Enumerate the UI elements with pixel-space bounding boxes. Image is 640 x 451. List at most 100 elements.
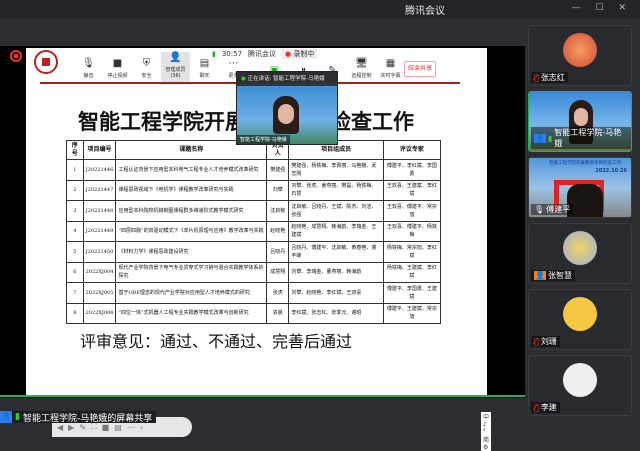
mic-muted-icon: 🎙̸ — [534, 403, 539, 412]
table-cell: “四层四融”的双驱动模式下《单片机原理与应用》教学改革与实践 — [115, 220, 268, 242]
speaking-indicator: 正在讲话: 智能工程学院-马艳娥 — [237, 72, 337, 82]
table-cell: 基于OBE理念的现代产业学院对应用型人才培养模式的研究 — [115, 282, 268, 304]
table-cell: 8 — [66, 302, 84, 324]
user-icon: 👤 — [0, 411, 12, 423]
participant-tile[interactable]: 🎙̸ 李建 — [528, 355, 632, 416]
collapse-icon[interactable]: ‹ — [140, 423, 143, 432]
table-row: 8 2022XJ006 “四位一体”式机器人工程专业实践教学模式改革与创新研究 袁晨李… — [66, 302, 442, 324]
avatar — [563, 33, 597, 67]
window-controls[interactable]: — ☐ ✕ — [572, 3, 632, 13]
table-cell: 樊建强 — [266, 159, 290, 181]
participant-tile[interactable]: 🎙̸ 刘珊 — [528, 289, 632, 350]
video-icon[interactable]: ■ — [102, 423, 110, 432]
caption-icon: ▦ — [385, 58, 396, 69]
table-cell: 2022XJ004 — [82, 261, 117, 283]
focus-icon[interactable]: ⛶ — [91, 422, 97, 432]
table-cell: 沈启敏、吕晓丹、王斌、陈杰、刘洁、张强 — [288, 200, 384, 222]
table-cell: 樊建强、杨铁梅、李佩丽、马艳娥、武志刚 — [288, 159, 384, 181]
participant-tile[interactable]: 👤 ▮ 智能工程学院-马艳娥 — [528, 91, 632, 152]
next-icon[interactable]: ▶ — [68, 423, 74, 432]
caption-button[interactable]: ▦ 实时字幕 — [376, 58, 405, 82]
table-cell: J20221450 — [82, 241, 117, 263]
avatar — [563, 231, 597, 265]
table-cell: 张虎 — [266, 282, 290, 304]
speaker-popup[interactable]: 正在讲话: 智能工程学院-马艳娥 智能工程学院-马艳娥 — [236, 71, 338, 145]
more-icon[interactable]: ⋯ — [127, 423, 135, 432]
mic-muted-icon: 🎙̸ — [534, 73, 539, 82]
table-row: 6 2022XJ004 现代产业学院背景下电气专业贯穿式学习链与混合实践教学体系的探… — [66, 261, 442, 283]
table-cell: 王双喜、傅建平、常宗旭 — [382, 200, 442, 222]
column-header: 评议专家 — [382, 140, 442, 160]
table-cell: 2 — [66, 179, 84, 201]
table-cell: 《材料力学》课程思政建设研究 — [115, 241, 268, 263]
table-cell: 刘攀、张虎、姜燕丽、樊磊、杨铁梅、石慧 — [288, 179, 384, 201]
table-cell: 应用型本科院校机械制图课程群多维递阶式教学模式研究 — [115, 200, 268, 222]
mute-button[interactable]: 🎙 静音 — [74, 58, 103, 82]
table-cell: 傅建平、王建斌、常宗旭 — [382, 302, 442, 324]
comment-icon[interactable]: ▤ — [114, 423, 122, 432]
participant-tile[interactable]: 智能工程学院开展教改项目检查工作 2022.10.26 🎙 傅建平 — [528, 157, 632, 218]
table-cell: 成慧翔 — [266, 261, 290, 283]
prev-icon[interactable]: ◀ — [57, 423, 63, 432]
table-cell: 杨铁梅、常宗旭、李红斌 — [382, 241, 442, 263]
table-cell: 杨铁梅、王建斌、李红斌 — [382, 261, 442, 283]
table-cell: 沈启敏 — [266, 200, 290, 222]
table-cell: 赵晓艳 — [266, 220, 290, 242]
speaker-video: 智能工程学院-马艳娥 — [237, 86, 337, 144]
table-cell: 5 — [66, 241, 84, 263]
table-cell: 2022XJ006 — [82, 302, 117, 324]
table-cell: 现代产业学院背景下电气专业贯穿式学习链与混合实践教学体系的探究 — [115, 261, 268, 283]
participant-panel: 🎙̸ 张志红 👤 ▮ 智能工程学院-马艳娥 智能工程学院开展教改项目检查工作 2022… — [528, 25, 636, 421]
mic-icon: ▮ — [547, 133, 553, 143]
review-options: 评审意见：通过、不通过、完善后通过 — [80, 332, 353, 351]
more-icon: ⋯ — [228, 58, 239, 69]
avatar — [563, 297, 597, 331]
table-cell: J20221447 — [82, 179, 117, 201]
table-cell: 刘攀、赵晓艳、李红斌、王双喜 — [288, 282, 384, 304]
remote-control-button[interactable]: 🖥 远程控制 — [347, 58, 376, 82]
app-title: 腾讯会议 — [405, 6, 445, 17]
shield-icon: ⛨ — [142, 58, 151, 69]
table-cell: 刘攀、李瑞金、董燕丽、韩海韵 — [288, 261, 384, 283]
column-header: 序号 — [66, 140, 84, 160]
table-row: 2 J20221447 课程思政视域下《电机学》课程教学改革研究与实践 刘攀 刘攀、张虎… — [66, 179, 442, 201]
project-table: 序号 项目编号 课题名称 负责人 项目组成员 评议专家 1 J20221446 工程认证背景下… — [66, 140, 442, 324]
chat-icon: ▤ — [199, 58, 210, 69]
title-bar: 腾讯会议 — ☐ ✕ — [0, 0, 640, 18]
mic-icon: ▮ — [15, 412, 20, 422]
participant-tile[interactable]: 👤 张智慧 — [528, 223, 632, 284]
table-cell: 2022XJ005 — [82, 282, 117, 304]
share-border — [0, 395, 525, 397]
participant-tile[interactable]: 🎙̸ 张志红 — [528, 25, 632, 86]
stop-video-button[interactable]: ■ 停止视频 — [103, 58, 132, 82]
ime-toolbar[interactable]: 中 ♪ ⁵ 简 ⚙ — [481, 412, 492, 451]
table-cell: 袁晨 — [266, 302, 290, 324]
share-label: 👤 ▮ 智能工程学院-马艳娥的屏幕共享 — [0, 411, 157, 424]
table-row: 4 J20221449 “四层四融”的双驱动模式下《单片机原理与应用》教学改革与实践… — [66, 220, 442, 242]
user-icon: 👤 — [534, 271, 546, 280]
university-logo — [34, 50, 58, 74]
end-share-button[interactable]: 结束共享 — [404, 61, 436, 77]
security-button[interactable]: ⛨ 安全 — [132, 58, 161, 82]
table-cell: 4 — [66, 220, 84, 242]
mic-icon: 🎙 — [82, 58, 95, 69]
members-button[interactable]: 👤 管理成员(36) — [161, 52, 190, 82]
sharing-label: 智能工程学院-马艳娥的屏幕共享 — [22, 413, 153, 424]
table-cell: 课程思政视域下《电机学》课程教学改革研究与实践 — [115, 179, 268, 201]
table-cell: 工程认证背景下应用型本科电气工程专业人才培养模式改革研究 — [115, 159, 268, 181]
table-cell: 傅建平、李红斌、李国勇 — [382, 159, 442, 181]
members-icon: 👤 — [169, 52, 182, 63]
table-cell: 6 — [66, 261, 84, 283]
table-cell: 1 — [66, 159, 84, 181]
table-row: 5 J20221450 《材料力学》课程思政建设研究 吕晓丹 吕晓丹、傅建平、沈启敏、黄… — [66, 241, 442, 263]
table-cell: 3 — [66, 200, 84, 222]
chat-button[interactable]: ▤ 聊天 — [190, 58, 219, 82]
table-cell: 李红斌、张志红、张季元、谢昭 — [288, 302, 384, 324]
table-cell: J20221446 — [82, 159, 117, 181]
table-cell: J20221449 — [82, 220, 117, 242]
table-cell: 王双喜、王建斌、李红斌 — [382, 179, 442, 201]
remote-control-icon: 🖥 — [355, 58, 368, 69]
table-cell: 赵晓艳、成慧翔、韩海韵、李瑞金、王建斌 — [288, 220, 384, 242]
pen-icon[interactable]: ✎ — [79, 423, 86, 432]
table-cell: 王双喜、傅建平、杨铁梅 — [382, 220, 442, 242]
